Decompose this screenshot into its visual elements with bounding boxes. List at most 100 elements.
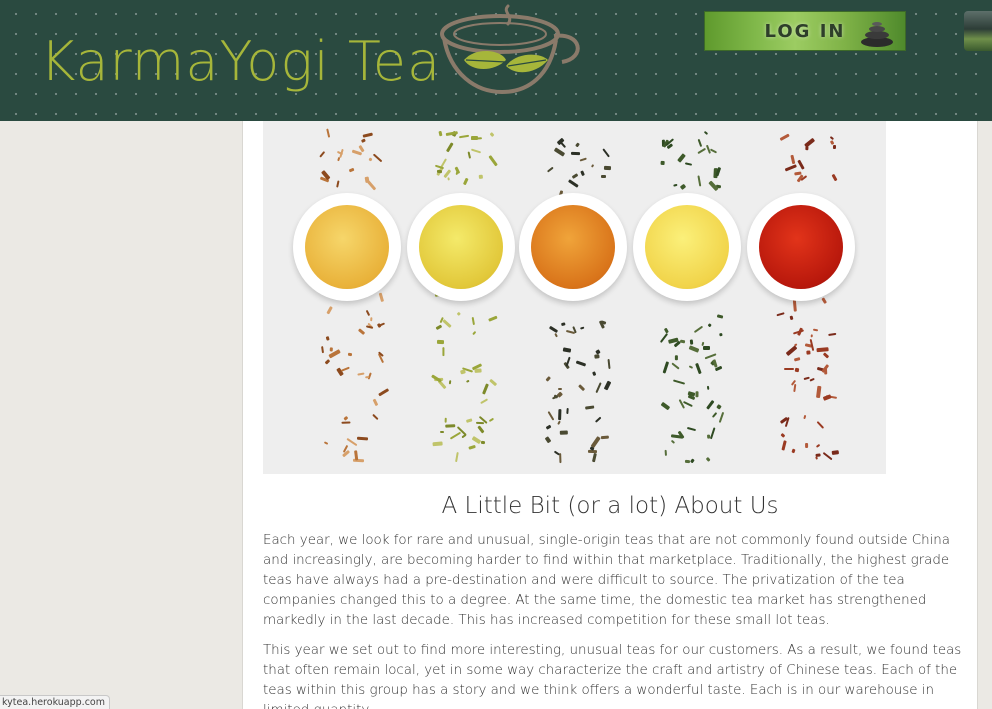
tea-leaf <box>368 157 373 162</box>
tea-leaf <box>600 174 606 179</box>
tea-leaf <box>465 379 470 383</box>
tea-leaf <box>781 432 786 438</box>
tea-leaf <box>557 409 562 421</box>
tea-leaf <box>348 352 353 356</box>
about-paragraph-1: Each year, we look for rare and unusual,… <box>263 533 951 628</box>
tea-leaf <box>705 352 717 359</box>
tea-leaf <box>580 170 585 177</box>
tea-leaf <box>673 379 685 386</box>
tea-leaf <box>571 173 579 179</box>
tea-leaf <box>319 150 326 158</box>
tea-leaf <box>378 388 390 397</box>
tea-leaf <box>325 336 330 341</box>
tea-leaf <box>707 323 712 328</box>
tea-leaf <box>690 339 694 346</box>
tea-leaf <box>775 312 785 317</box>
site-header: KarmaYogi Tea LOG IN <box>0 0 992 121</box>
tea-leaf <box>591 164 595 169</box>
tea-leaf <box>686 426 696 431</box>
tea-leaf <box>341 422 351 424</box>
tea-leaf <box>704 130 709 135</box>
tea-leaf <box>591 453 597 463</box>
tea-leaf <box>465 417 473 423</box>
tea-leaf <box>366 309 371 316</box>
brand-logo-text[interactable]: KarmaYogi Tea <box>40 30 441 93</box>
tea-cup-3 <box>519 193 627 301</box>
tea-leaf <box>708 180 719 192</box>
tea-leaf <box>710 148 718 154</box>
tea-leaf <box>477 425 485 434</box>
tea-leaf <box>378 323 386 328</box>
tea-leaf <box>664 449 667 456</box>
tea-leaf <box>442 318 452 328</box>
tea-leaf <box>716 404 723 410</box>
tea-leaf <box>715 167 722 177</box>
tea-leaf <box>326 128 331 138</box>
about-heading: A Little Bit (or a lot) About Us <box>441 493 779 519</box>
tea-leaf <box>712 358 718 368</box>
tea-leaf <box>323 441 329 446</box>
tea-leaf <box>591 371 596 377</box>
tea-leaf <box>595 382 602 394</box>
tea-leaf <box>479 398 488 405</box>
tea-leaf <box>816 444 821 449</box>
tea-leaf <box>349 168 355 173</box>
tea-leaf <box>372 413 379 420</box>
tea-leaf <box>821 297 828 305</box>
tea-leaf <box>603 165 612 170</box>
tea-leaf <box>697 175 702 187</box>
tea-leaf <box>789 315 794 321</box>
tea-leaf <box>785 163 798 172</box>
about-paragraph-2: This year we set out to find more intere… <box>263 643 962 709</box>
tea-leaf <box>554 332 558 338</box>
tea-leaf <box>489 131 494 137</box>
tea-leaf <box>815 456 819 460</box>
tea-leaf <box>435 324 442 330</box>
tea-leaf <box>689 344 700 353</box>
tea-leaf <box>712 412 718 418</box>
tea-leaf <box>444 424 456 429</box>
tea-leaf <box>702 346 711 350</box>
tea-leaf <box>354 449 359 461</box>
tea-leaf <box>607 358 611 369</box>
tea-leaf <box>809 338 815 351</box>
tea-leaf <box>340 366 350 372</box>
tea-leaf <box>357 436 369 441</box>
tea-leaf <box>684 161 692 166</box>
tea-leaf <box>442 346 445 357</box>
tea-leaf <box>689 364 693 369</box>
tea-leaf <box>448 379 452 384</box>
tea-leaf <box>832 144 836 149</box>
tea-leaf <box>367 179 377 191</box>
tea-leaf <box>784 367 794 370</box>
tea-leaf <box>337 157 341 162</box>
tea-leaf <box>705 456 711 463</box>
tea-leaf <box>595 416 602 423</box>
tea-leaf <box>321 346 325 354</box>
tea-leaf <box>482 383 490 396</box>
tea-leaf <box>812 329 819 333</box>
tea-leaf <box>718 332 723 337</box>
tea-leaf <box>560 322 566 326</box>
tea-leaf <box>577 383 585 392</box>
tea-leaf <box>660 401 670 410</box>
tea-leaf <box>709 427 716 439</box>
tea-leaf <box>487 154 498 167</box>
tea-leaf <box>796 159 805 170</box>
tea-leaf <box>324 358 331 365</box>
tea-leaf <box>554 147 566 157</box>
tea-leaf <box>440 430 444 433</box>
tea-leaf <box>604 380 612 391</box>
tea-cup-4 <box>633 193 741 301</box>
login-button[interactable]: LOG IN <box>704 11 906 51</box>
tea-leaf <box>791 448 796 454</box>
tea-leaf <box>479 174 484 180</box>
tea-leaf <box>805 350 811 355</box>
tea-leaf <box>568 178 579 187</box>
tea-leaf <box>450 432 462 440</box>
tea-leaf <box>817 421 825 429</box>
tea-leaf <box>822 352 830 359</box>
tea-leaf <box>432 441 443 447</box>
profile-thumbnail[interactable] <box>964 11 992 51</box>
tea-leaf <box>805 146 809 151</box>
